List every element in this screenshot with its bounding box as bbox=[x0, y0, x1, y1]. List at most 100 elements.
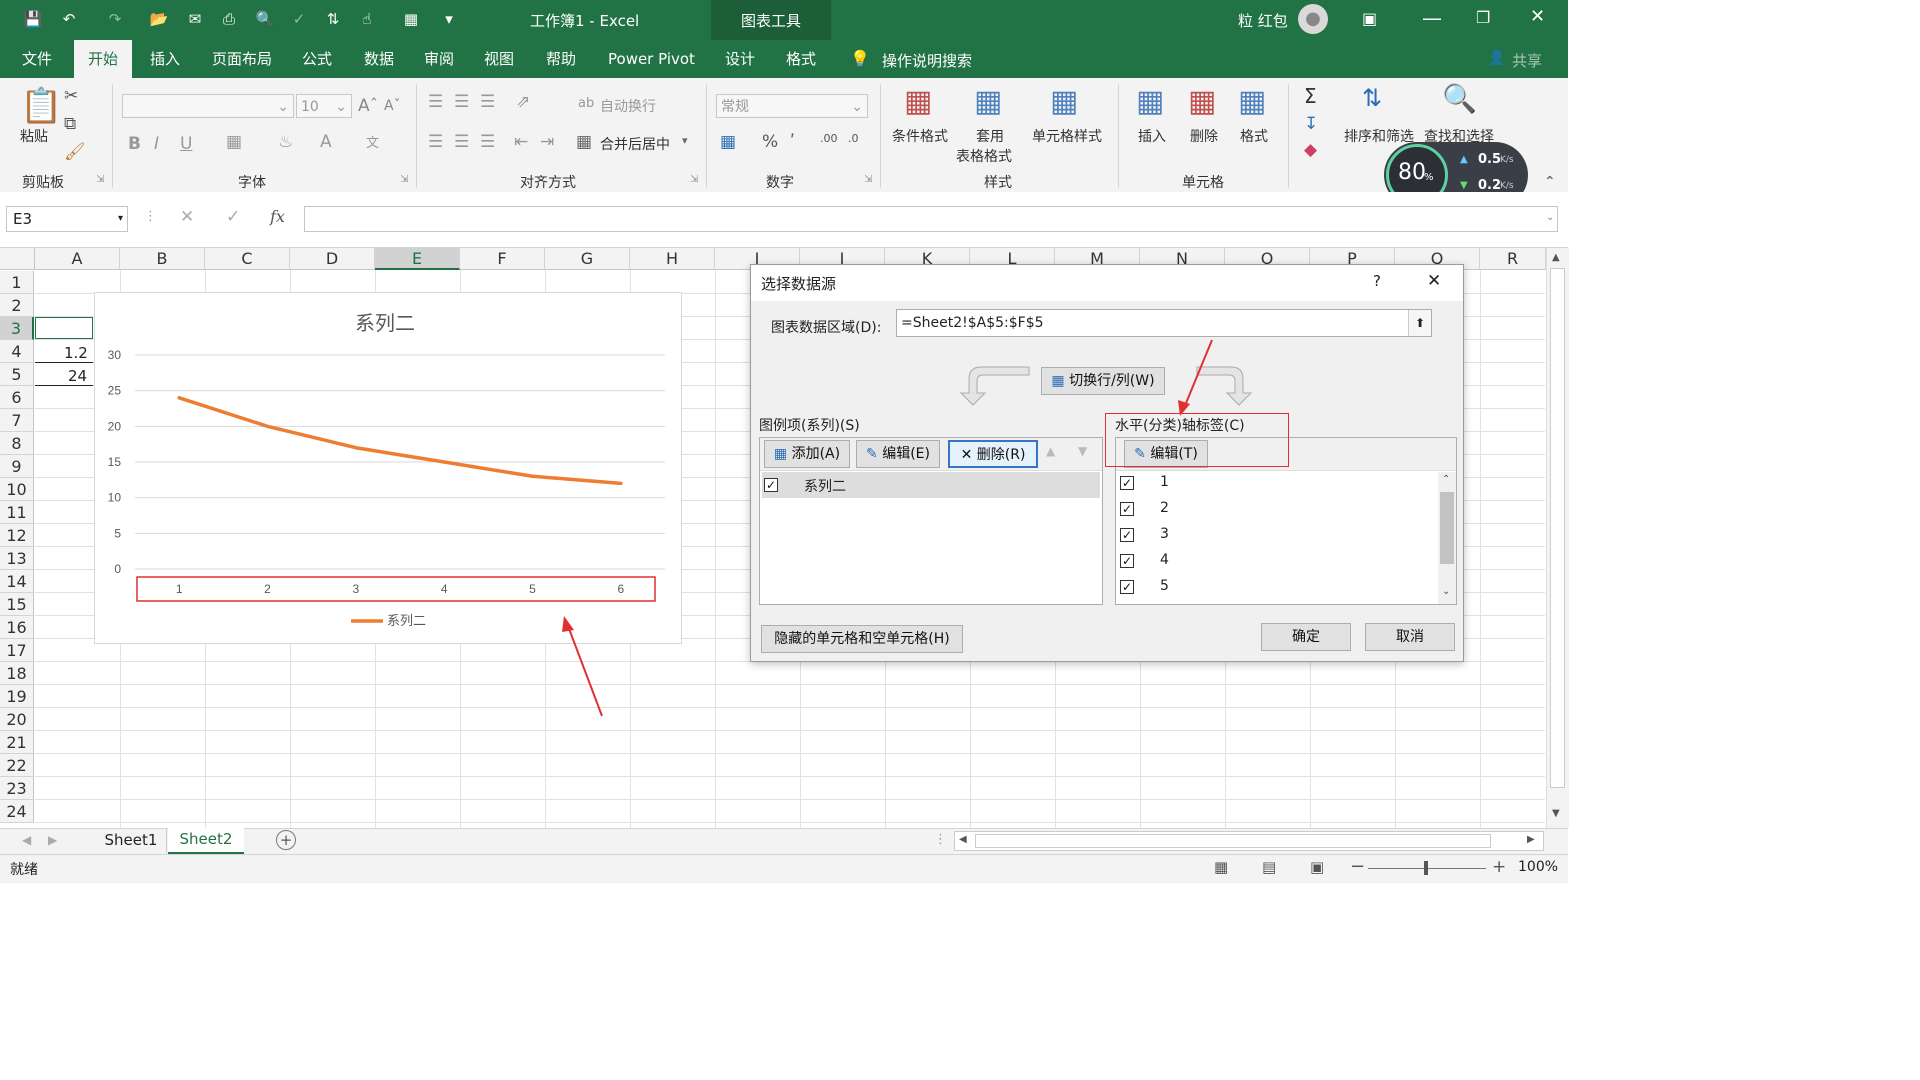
row-header-9[interactable]: 9 bbox=[0, 455, 34, 478]
grow-font-icon[interactable]: Aˆ bbox=[358, 96, 378, 116]
cut-icon[interactable]: ✂ bbox=[64, 86, 78, 106]
dialog-help-button[interactable]: ? bbox=[1373, 272, 1381, 290]
zoom-in-icon[interactable]: + bbox=[1492, 857, 1506, 877]
axis-label-checkbox[interactable]: ✓ bbox=[1120, 528, 1134, 542]
axis-label-checkbox[interactable]: ✓ bbox=[1120, 502, 1134, 516]
align-left-icon[interactable]: ☰ bbox=[428, 132, 443, 152]
clear-icon[interactable]: ◆ bbox=[1304, 140, 1317, 160]
axis-label-item[interactable]: 2 bbox=[1160, 500, 1169, 516]
page-layout-view-icon[interactable]: ▤ bbox=[1262, 858, 1276, 876]
sort-filter-button[interactable]: 排序和筛选 bbox=[1344, 126, 1414, 146]
scroll-up-icon[interactable]: ▲ bbox=[1552, 252, 1560, 263]
zoom-slider-thumb[interactable] bbox=[1424, 861, 1428, 875]
autosum-icon[interactable]: Σ bbox=[1304, 84, 1317, 108]
paste-icon[interactable]: 📋 bbox=[20, 86, 62, 126]
customize-qat-icon[interactable]: ▾ bbox=[438, 8, 460, 30]
phonetic-icon[interactable]: 文 bbox=[366, 132, 379, 151]
axis-label-item[interactable]: 1 bbox=[1160, 474, 1169, 490]
close-window-icon[interactable]: ✕ bbox=[1530, 6, 1545, 27]
delete-cells-button[interactable]: 删除 bbox=[1190, 126, 1218, 146]
align-middle-icon[interactable]: ☰ bbox=[454, 92, 469, 112]
row-header-21[interactable]: 21 bbox=[0, 731, 34, 754]
dialog-launcher-icon[interactable]: ⇲ bbox=[96, 174, 104, 185]
increase-decimal-icon[interactable]: .00 bbox=[820, 132, 838, 145]
row-header-22[interactable]: 22 bbox=[0, 754, 34, 777]
row-header-8[interactable]: 8 bbox=[0, 432, 34, 455]
confirm-entry-icon[interactable]: ✓ bbox=[226, 207, 240, 227]
borders-icon[interactable]: ▦ bbox=[226, 132, 242, 152]
form-icon[interactable]: ▦ bbox=[400, 8, 422, 30]
currency-icon[interactable]: ▦ bbox=[720, 132, 736, 152]
normal-view-icon[interactable]: ▦ bbox=[1214, 858, 1228, 876]
cancel-entry-icon[interactable]: ✕ bbox=[180, 207, 194, 227]
dialog-launcher-icon[interactable]: ⇲ bbox=[690, 174, 698, 185]
scroll-up-icon[interactable]: ⌃ bbox=[1442, 474, 1450, 485]
font-size-combo[interactable]: 10 ⌄ bbox=[296, 94, 352, 118]
comma-icon[interactable]: ʹ bbox=[790, 132, 795, 152]
insert-cells-icon[interactable]: ▦ bbox=[1136, 84, 1164, 119]
sort-filter-icon[interactable]: ⇅ bbox=[1362, 84, 1382, 112]
print-preview-icon[interactable]: 🔍 bbox=[254, 8, 276, 30]
tab-home[interactable]: 开始 bbox=[74, 40, 133, 78]
minimize-icon[interactable]: — bbox=[1422, 6, 1442, 30]
page-break-view-icon[interactable]: ▣ bbox=[1310, 858, 1324, 876]
increase-indent-icon[interactable]: ⇥ bbox=[540, 132, 554, 152]
fill-icon[interactable]: ↧ bbox=[1304, 114, 1318, 134]
hidden-empty-cells-button[interactable]: 隐藏的单元格和空单元格(H) bbox=[761, 625, 963, 653]
row-header-12[interactable]: 12 bbox=[0, 524, 34, 547]
print-icon[interactable]: ⎙ bbox=[218, 8, 240, 30]
number-format-combo[interactable]: 常规 ⌄ bbox=[716, 94, 868, 118]
font-color-icon[interactable]: A bbox=[320, 132, 332, 152]
ribbon-display-icon[interactable]: ▣ bbox=[1362, 9, 1377, 28]
insert-cells-button[interactable]: 插入 bbox=[1138, 126, 1166, 146]
line-chart[interactable]: 系列二 30 25 20 15 10 5 0 1 2 3 4 5 6 系列二 bbox=[94, 292, 682, 644]
move-up-icon[interactable]: ▲ bbox=[1046, 444, 1055, 458]
collapse-ribbon-icon[interactable]: ⌃ bbox=[1544, 174, 1556, 190]
prev-sheet-icon[interactable]: ◀ bbox=[22, 833, 31, 847]
tab-split-handle[interactable]: ⋮ bbox=[934, 832, 947, 847]
column-header-c[interactable]: C bbox=[205, 248, 290, 270]
row-header-1[interactable]: 1 bbox=[0, 271, 34, 294]
scroll-down-icon[interactable]: ▼ bbox=[1552, 808, 1560, 819]
row-header-17[interactable]: 17 bbox=[0, 639, 34, 662]
share-button[interactable]: 共享 bbox=[1512, 50, 1542, 71]
edit-series-button[interactable]: ✎ 编辑(E) bbox=[856, 440, 940, 468]
save-icon[interactable]: 💾 bbox=[22, 8, 44, 30]
italic-icon[interactable]: I bbox=[154, 134, 159, 154]
format-as-table-label-1[interactable]: 套用 bbox=[976, 126, 1004, 146]
decrease-indent-icon[interactable]: ⇤ bbox=[514, 132, 528, 152]
tab-power-pivot[interactable]: Power Pivot bbox=[594, 40, 709, 78]
axis-label-item[interactable]: 5 bbox=[1160, 578, 1169, 594]
row-header-3[interactable]: 3 bbox=[0, 317, 34, 340]
scroll-thumb[interactable] bbox=[975, 834, 1491, 848]
row-header-11[interactable]: 11 bbox=[0, 501, 34, 524]
format-cells-icon[interactable]: ▦ bbox=[1238, 84, 1266, 119]
axis-label-checkbox[interactable]: ✓ bbox=[1120, 476, 1134, 490]
formula-input[interactable] bbox=[304, 206, 1558, 232]
scroll-right-icon[interactable]: ▶ bbox=[1527, 834, 1535, 845]
format-cells-button[interactable]: 格式 bbox=[1240, 126, 1268, 146]
tab-help[interactable]: 帮助 bbox=[532, 40, 590, 78]
next-sheet-icon[interactable]: ▶ bbox=[48, 833, 57, 847]
shrink-font-icon[interactable]: Aˇ bbox=[384, 98, 401, 114]
chart-range-input[interactable]: =Sheet2!$A$5:$F$5 ⬆ bbox=[896, 309, 1432, 337]
column-header-e[interactable]: E bbox=[375, 248, 460, 270]
percent-icon[interactable]: % bbox=[762, 132, 778, 152]
bold-icon[interactable]: B bbox=[128, 134, 141, 154]
tab-data[interactable]: 数据 bbox=[350, 40, 408, 78]
add-series-button[interactable]: ▦ 添加(A) bbox=[764, 440, 850, 468]
column-header-r[interactable]: R bbox=[1480, 248, 1546, 270]
column-header-h[interactable]: H bbox=[630, 248, 715, 270]
tab-review[interactable]: 审阅 bbox=[410, 40, 468, 78]
column-header-g[interactable]: G bbox=[545, 248, 630, 270]
axis-list-scrollbar[interactable]: ⌃ ⌄ bbox=[1438, 472, 1456, 604]
series-checkbox[interactable]: ✓ bbox=[764, 478, 778, 492]
sheet-tab-sheet1[interactable]: Sheet1 bbox=[96, 829, 167, 853]
spelling-icon[interactable]: ✓ bbox=[288, 8, 310, 30]
merge-center-button[interactable]: 合并后居中 bbox=[600, 134, 670, 154]
open-icon[interactable]: 📂 bbox=[148, 8, 170, 30]
dialog-launcher-icon[interactable]: ⇲ bbox=[864, 174, 872, 185]
collapse-dialog-icon[interactable]: ⬆ bbox=[1408, 310, 1431, 336]
column-header-f[interactable]: F bbox=[460, 248, 545, 270]
wrap-text-button[interactable]: 自动换行 bbox=[600, 96, 656, 116]
